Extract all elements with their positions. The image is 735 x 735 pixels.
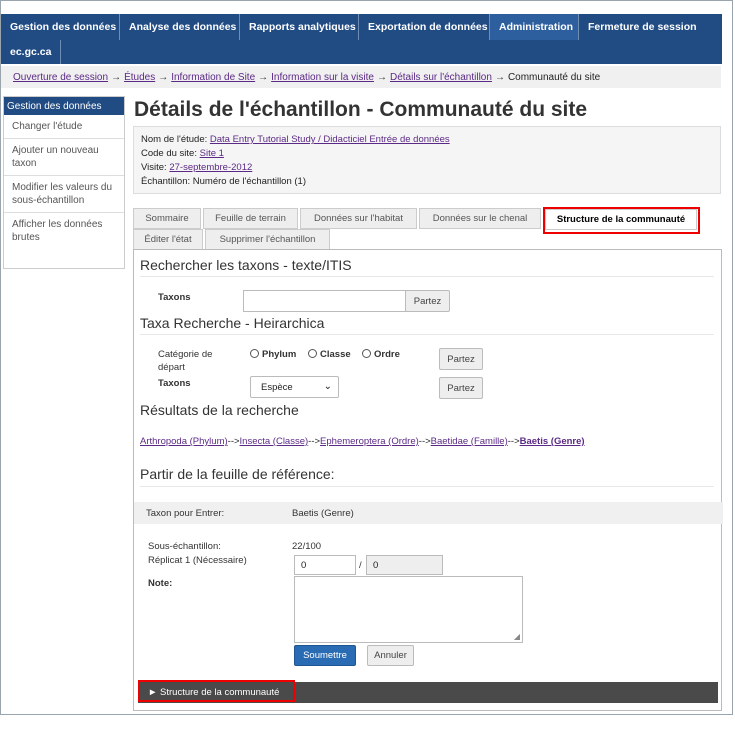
tab-habitat[interactable]: Données sur l'habitat xyxy=(300,208,417,229)
community-panel: Rechercher les taxons - texte/ITIS Taxon… xyxy=(133,249,723,711)
replicate-total-field: 0 xyxy=(366,555,443,575)
sample-label: Échantillon: xyxy=(141,176,191,187)
taxa-search-input[interactable] xyxy=(243,290,407,312)
site-link[interactable]: Site 1 xyxy=(200,148,224,159)
note-textarea[interactable]: ◢ xyxy=(294,576,523,643)
breadcrumb-separator: → xyxy=(158,71,169,83)
breadcrumb-separator: → xyxy=(111,71,122,83)
divider xyxy=(140,486,714,487)
sidebar: Gestion des données Changer l'étude Ajou… xyxy=(3,96,125,269)
path-phylum[interactable]: Arthropoda (Phylum) xyxy=(140,436,228,447)
nav-fermeture-session[interactable]: Fermeture de session xyxy=(579,14,707,40)
nav-rapports-analytiques[interactable]: Rapports analytiques xyxy=(240,14,359,40)
tab-supprimer-echantillon[interactable]: Supprimer l'échantillon xyxy=(205,229,330,250)
study-link[interactable]: Data Entry Tutorial Study / Didacticiel … xyxy=(210,134,450,145)
radio-classe[interactable]: Classe xyxy=(308,348,351,361)
tab-editer-etat[interactable]: Éditer l'état xyxy=(133,229,203,250)
nav-ec-gc-ca[interactable]: ec.gc.ca xyxy=(1,40,62,64)
highlight-tab-box xyxy=(543,207,700,234)
page-title: Détails de l'échantillon - Communauté du… xyxy=(134,98,588,121)
path-separator: --> xyxy=(227,436,240,447)
breadcrumb-current: Communauté du site xyxy=(507,71,601,83)
resize-grip-icon[interactable]: ◢ xyxy=(514,632,520,641)
replicate-input[interactable]: 0 xyxy=(294,555,356,575)
site-label: Code du site: xyxy=(141,148,197,159)
breadcrumb-separator: → xyxy=(494,71,505,83)
search-go-button[interactable]: Partez xyxy=(405,290,450,312)
replicate-slash: / xyxy=(359,560,362,571)
cancel-button[interactable]: Annuler xyxy=(367,645,414,666)
replicate-label: Réplicat 1 (Nécessaire) xyxy=(148,555,247,566)
study-label: Nom de l'étude: xyxy=(141,134,208,145)
taxa-label: Taxons xyxy=(158,292,191,303)
radio-circle-icon xyxy=(362,349,371,358)
subsample-value: 22/100 xyxy=(292,541,322,552)
taxa-level-select[interactable]: Espèce ⌄ xyxy=(250,376,339,398)
visit-label: Visite: xyxy=(141,162,167,173)
select-value: Espèce xyxy=(261,381,293,393)
chevron-down-icon: ⌄ xyxy=(323,381,332,392)
nav-gestion-donnees[interactable]: Gestion des données xyxy=(1,14,120,40)
path-ordre[interactable]: Ephemeroptera (Ordre) xyxy=(320,436,419,447)
path-famille[interactable]: Baetidae (Famille) xyxy=(431,436,508,447)
visit-link[interactable]: 27-septembre-2012 xyxy=(169,162,252,173)
breadcrumb-visit-info[interactable]: Information sur la visite xyxy=(271,72,374,83)
note-label: Note: xyxy=(148,578,173,589)
radio-circle-icon xyxy=(308,349,317,358)
path-separator: --> xyxy=(308,436,321,447)
nav-administration[interactable]: Administration xyxy=(490,14,579,40)
subsample-label: Sous-échantillon: xyxy=(148,541,221,552)
path-separator: --> xyxy=(418,436,431,447)
breadcrumb: Ouverture de session → Études → Informat… xyxy=(1,66,721,88)
radio-ordre[interactable]: Ordre xyxy=(362,348,400,361)
tab-sommaire[interactable]: Sommaire xyxy=(133,208,201,229)
breadcrumb-separator: → xyxy=(258,71,269,83)
highlight-community-bar-box xyxy=(138,680,295,702)
tab-chenal[interactable]: Données sur le chenal xyxy=(419,208,541,229)
hier-go-button-2[interactable]: Partez xyxy=(439,377,483,399)
radio-phylum[interactable]: Phylum xyxy=(250,348,296,361)
taxonomy-path: Arthropoda (Phylum)-->Insecta (Classe)--… xyxy=(140,436,585,447)
nav-analyse-donnees[interactable]: Analyse des données xyxy=(120,14,240,40)
start-category-label: Catégorie de départ xyxy=(158,349,213,373)
radio-circle-icon xyxy=(250,349,259,358)
reference-heading: Partir de la feuille de référence: xyxy=(140,466,335,482)
breadcrumb-login[interactable]: Ouverture de session xyxy=(13,72,108,83)
sidebar-item-edit-subsample[interactable]: Modifier les valeurs du sous-échantillon xyxy=(4,176,124,213)
breadcrumb-etudes[interactable]: Études xyxy=(124,72,155,83)
taxon-entry-label: Taxon pour Entrer: xyxy=(146,508,225,519)
search-text-heading: Rechercher les taxons - texte/ITIS xyxy=(140,257,352,273)
tab-feuille-terrain[interactable]: Feuille de terrain xyxy=(203,208,298,229)
path-classe[interactable]: Insecta (Classe) xyxy=(240,436,309,447)
path-genre[interactable]: Baetis (Genre) xyxy=(520,436,585,447)
sidebar-item-add-taxon[interactable]: Ajouter un nouveau taxon xyxy=(4,139,124,176)
breadcrumb-separator: → xyxy=(376,71,387,83)
taxon-entry-bar: Taxon pour Entrer: Baetis (Genre) xyxy=(134,502,723,524)
divider xyxy=(140,276,714,277)
sample-value: Numéro de l'échantillon (1) xyxy=(192,176,306,187)
hier-go-button-1[interactable]: Partez xyxy=(439,348,483,370)
sidebar-item-raw-data[interactable]: Afficher les données brutes xyxy=(4,213,124,249)
sidebar-header: Gestion des données xyxy=(4,97,124,115)
hier-search-heading: Taxa Recherche - Heirarchica xyxy=(140,315,325,331)
sidebar-item-change-study[interactable]: Changer l'étude xyxy=(4,115,124,139)
taxon-entry-value: Baetis (Genre) xyxy=(292,508,354,519)
path-separator: --> xyxy=(507,436,520,447)
sample-info-box: Nom de l'étude: Data Entry Tutorial Stud… xyxy=(133,126,721,194)
breadcrumb-site-info[interactable]: Information de Site xyxy=(171,72,255,83)
hier-taxa-label: Taxons xyxy=(158,378,191,389)
divider xyxy=(140,334,714,335)
breadcrumb-sample-details[interactable]: Détails sur l'échantillon xyxy=(390,72,492,83)
results-heading: Résultats de la recherche xyxy=(140,402,299,418)
top-navigation: Gestion des données Analyse des données … xyxy=(1,14,722,64)
submit-button[interactable]: Soumettre xyxy=(294,645,356,666)
nav-exportation-donnees[interactable]: Exportation de données xyxy=(359,14,490,40)
